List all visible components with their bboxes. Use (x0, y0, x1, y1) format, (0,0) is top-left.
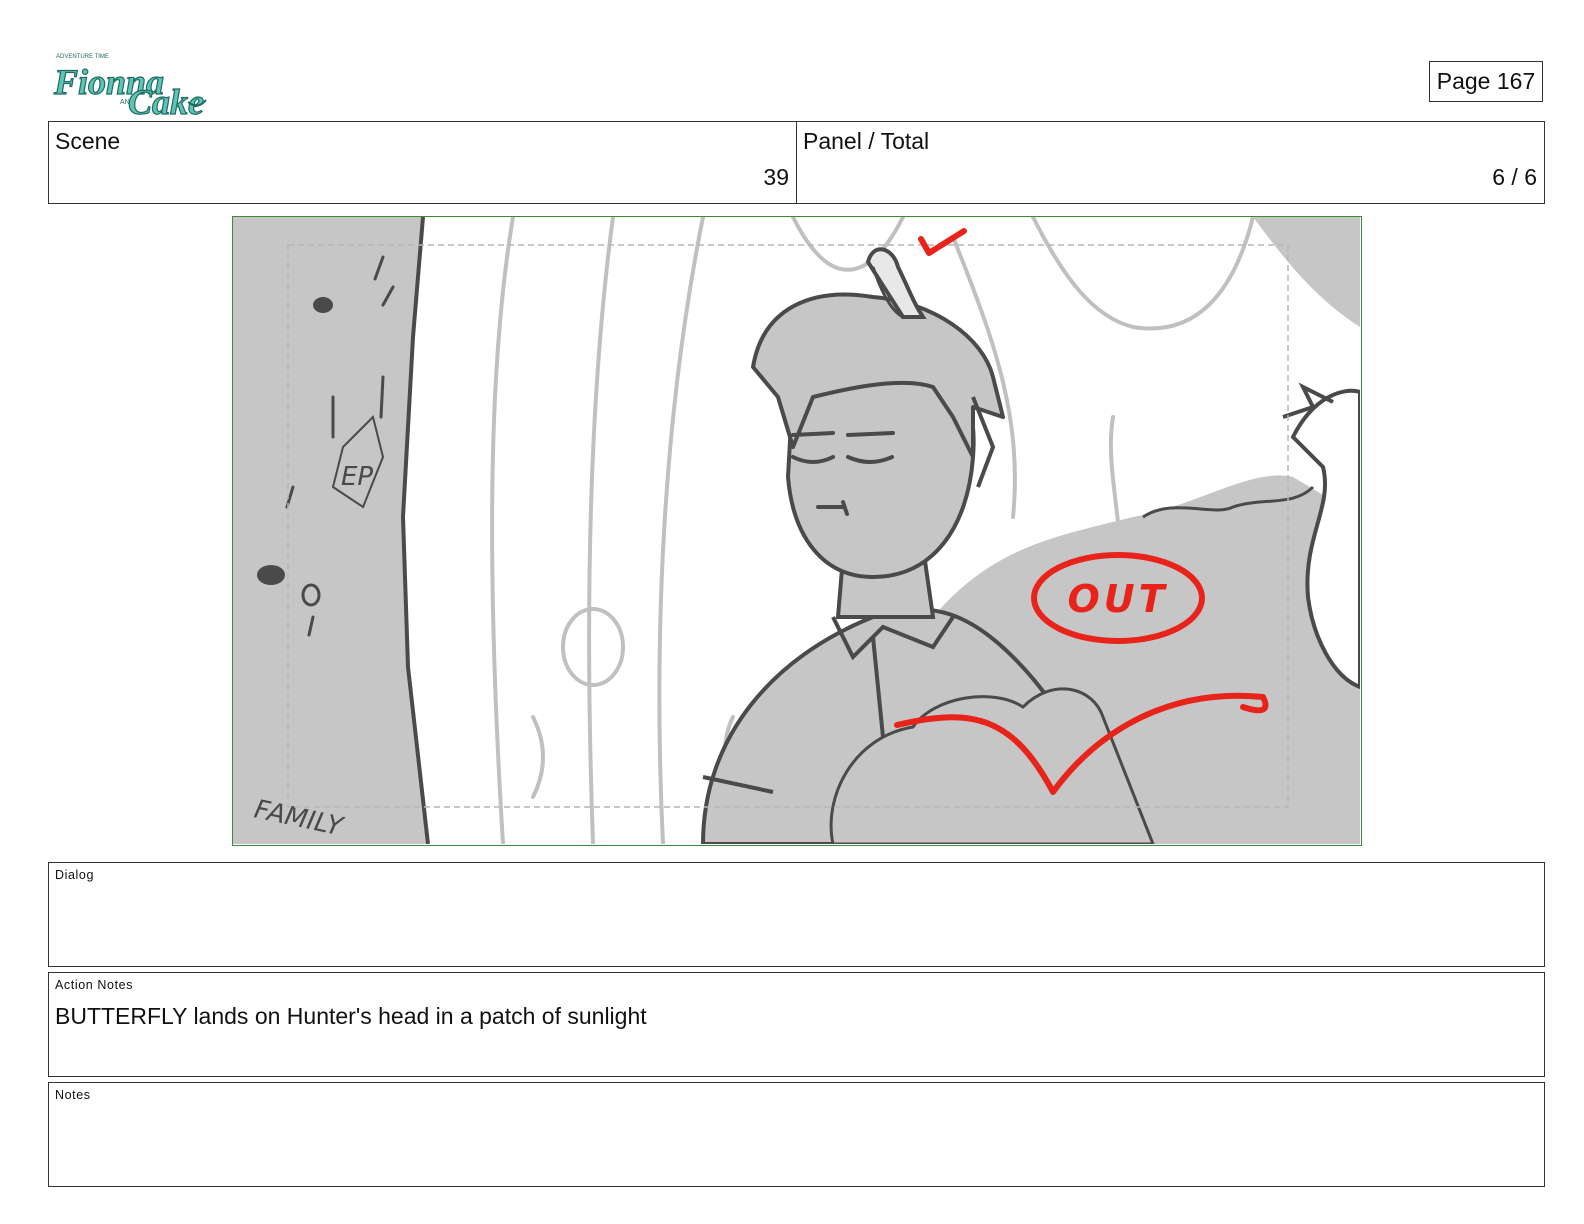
page-number: Page 167 (1429, 61, 1543, 102)
action-notes-label: Action Notes (55, 978, 134, 992)
show-logo: ADVENTURE TIME Fionna AND Cake (50, 44, 212, 123)
notes-label: Notes (55, 1088, 91, 1102)
logo-tagline: ADVENTURE TIME (56, 54, 109, 60)
scene-header: Scene 39 Panel / Total 6 / 6 (48, 121, 1545, 204)
action-notes-field: Action Notes BUTTERFLY lands on Hunter's… (48, 972, 1545, 1077)
scene-label: Scene (55, 128, 121, 154)
scene-cell: Scene 39 (49, 122, 796, 203)
dialog-field: Dialog (48, 862, 1545, 967)
dialog-label: Dialog (55, 868, 95, 882)
action-notes-text: BUTTERFLY lands on Hunter's head in a pa… (55, 1003, 647, 1029)
tree-carving-text: EP (341, 462, 373, 492)
panel-label: Panel / Total (803, 128, 930, 154)
storyboard-panel: EP FAMILY OUT (232, 216, 1362, 846)
out-annotation-text: OUT (1067, 577, 1168, 621)
logo-word-cake: Cake (128, 82, 204, 120)
panel-cell: Panel / Total 6 / 6 (796, 122, 1544, 203)
panel-value: 6 / 6 (1492, 164, 1537, 190)
notes-field: Notes (48, 1082, 1545, 1187)
scene-value: 39 (763, 164, 789, 190)
